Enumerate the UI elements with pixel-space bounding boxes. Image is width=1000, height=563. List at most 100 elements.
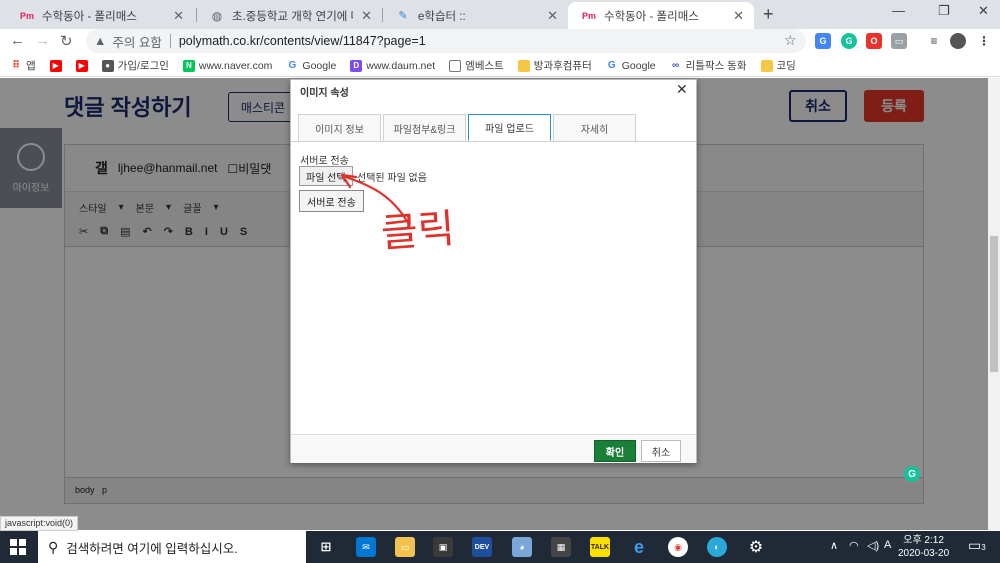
- minimize-icon[interactable]: —: [892, 3, 905, 18]
- adblock-icon[interactable]: O: [866, 33, 882, 49]
- search-icon: ⚲: [48, 538, 59, 555]
- browser-tab-1[interactable]: Pm 수학동아 - 폴리매스 ✕: [6, 2, 194, 29]
- translate-icon[interactable]: G: [815, 33, 831, 49]
- bookmark-coding[interactable]: 코딩: [760, 58, 796, 73]
- cast-icon[interactable]: ▭: [891, 33, 907, 49]
- forward-icon[interactable]: →: [35, 32, 50, 49]
- globe-icon: ◍: [211, 8, 223, 23]
- status-bar: javascript:void(0): [0, 516, 79, 531]
- folder-icon: [760, 59, 773, 72]
- person-icon: ●: [101, 59, 114, 72]
- app-icon[interactable]: ◐: [707, 537, 727, 557]
- tab-title: 수학동아 - 폴리매스: [604, 10, 699, 23]
- wifi-icon[interactable]: ◠: [849, 539, 859, 552]
- close-icon[interactable]: ✕: [733, 8, 744, 24]
- browser-tab-3[interactable]: ✎ e학습터 :: ✕: [382, 2, 568, 29]
- dialog-footer: 확인 취소: [291, 434, 696, 463]
- volume-icon[interactable]: ◁): [867, 539, 879, 552]
- chrome-icon[interactable]: ◉: [668, 537, 688, 557]
- mail-icon[interactable]: ✉: [356, 537, 376, 557]
- tab-advanced[interactable]: 자세히: [553, 114, 636, 141]
- grammarly-icon[interactable]: G: [904, 466, 920, 482]
- tab-underline: [291, 141, 696, 142]
- tab-title: e학습터 ::: [418, 10, 466, 23]
- dialog-tabs: 이미지 정보 파일첨부&링크 파일 업로드 자세히: [298, 114, 636, 141]
- taskbar-clock[interactable]: 오후 2:12 2020-03-20: [898, 534, 949, 560]
- back-icon[interactable]: ←: [10, 32, 25, 49]
- bookmark-google[interactable]: G Google: [605, 59, 656, 72]
- taskbar-search-box[interactable]: ⚲ 검색하려면 여기에 입력하십시오.: [38, 531, 306, 563]
- send-to-server-button[interactable]: 서버로 전송: [299, 190, 364, 212]
- browser-toolbar: ← → ↻ ▲ 주의 요함 polymath.co.kr/contents/vi…: [0, 29, 1000, 55]
- divider: [169, 34, 171, 48]
- elearning-favicon-icon: ✎: [398, 10, 408, 22]
- browser-tab-4[interactable]: Pm 수학동아 - 폴리매스 ✕: [568, 2, 754, 29]
- new-tab-button[interactable]: +: [763, 4, 774, 25]
- image-properties-dialog: 이미지 속성 ✕ 이미지 정보 파일첨부&링크 파일 업로드 자세히 서버로 전…: [290, 79, 697, 463]
- scrollbar-thumb[interactable]: [990, 236, 998, 372]
- chevron-up-icon[interactable]: ∧: [830, 539, 838, 552]
- close-icon[interactable]: ✕: [173, 8, 184, 24]
- page-scrollbar[interactable]: [988, 78, 1000, 530]
- notification-icon[interactable]: ▭3: [968, 537, 986, 554]
- playlist-icon[interactable]: ≡: [926, 33, 942, 49]
- ok-button[interactable]: 확인: [594, 440, 636, 462]
- avatar[interactable]: [950, 33, 966, 49]
- littlefox-icon: ∞: [669, 59, 682, 72]
- daum-icon: D: [350, 59, 363, 72]
- page-icon: [449, 59, 462, 72]
- bookmark-daum[interactable]: Dwww.daum.net: [350, 59, 435, 72]
- bookmark-apps[interactable]: ⠿ 앱: [10, 58, 36, 73]
- bookmark-youtube[interactable]: ▶: [49, 59, 62, 72]
- close-icon[interactable]: ✕: [361, 8, 372, 24]
- browser-tab-2[interactable]: ◍ 초.중등학교 개학 연기에 따른 온 ✕: [196, 2, 382, 29]
- internet-explorer-icon[interactable]: e: [629, 537, 649, 557]
- bookmark-star-icon[interactable]: ☆: [784, 32, 797, 49]
- tab-attach-link[interactable]: 파일첨부&링크: [383, 114, 466, 141]
- close-icon[interactable]: ✕: [547, 8, 558, 24]
- bookmark-afterschool[interactable]: 방과후컴퓨터: [517, 58, 592, 73]
- security-label[interactable]: 주의 요함: [112, 32, 161, 51]
- bookmark-youtube[interactable]: ▶: [75, 59, 88, 72]
- url-text[interactable]: polymath.co.kr/contents/view/11847?page=…: [179, 34, 426, 48]
- tab-title: 초.중등학교 개학 연기에 따른 온: [232, 10, 353, 23]
- dialog-cancel-button[interactable]: 취소: [641, 440, 681, 462]
- bookmark-littlefox[interactable]: ∞ 리틀팍스 동화: [669, 58, 747, 73]
- grammarly-icon[interactable]: G: [841, 33, 857, 49]
- bookmark-naver[interactable]: Nwww.naver.com: [182, 59, 272, 72]
- windows-taskbar: ⚲ 검색하려면 여기에 입력하십시오. ⊞ ✉ ▭ ▣ DEV ◕ ▦ TALK…: [0, 531, 1000, 563]
- warning-icon[interactable]: ▲: [94, 34, 106, 48]
- polymath-favicon-icon: Pm: [20, 10, 35, 21]
- devcpp-icon[interactable]: DEV: [472, 537, 492, 557]
- tab-image-info[interactable]: 이미지 정보: [298, 114, 381, 141]
- address-bar[interactable]: ▲ 주의 요함 polymath.co.kr/contents/view/118…: [86, 29, 806, 53]
- task-view-icon[interactable]: ⊞: [316, 537, 336, 557]
- store-icon[interactable]: ▣: [433, 537, 453, 557]
- settings-gear-icon[interactable]: ⚙: [746, 537, 766, 557]
- kakaotalk-icon[interactable]: TALK: [590, 537, 610, 557]
- bookmark-google[interactable]: G Google: [286, 59, 336, 72]
- paint-icon[interactable]: ◕: [512, 537, 532, 557]
- youtube-icon: ▶: [49, 59, 62, 72]
- windows-start-icon[interactable]: [10, 539, 26, 555]
- ime-icon[interactable]: A: [884, 539, 891, 551]
- bookmarks-bar: ⠿ 앱 ▶ ▶ ● 가입/로그인 Nwww.naver.com G Google Dw…: [0, 55, 1000, 77]
- file-explorer-icon[interactable]: ▭: [395, 537, 415, 557]
- reload-icon[interactable]: ↻: [60, 32, 73, 50]
- bookmark-login[interactable]: ● 가입/로그인: [101, 58, 169, 73]
- choose-file-button[interactable]: 파일 선택: [299, 166, 353, 186]
- close-icon[interactable]: ✕: [676, 81, 688, 98]
- naver-icon: N: [182, 59, 195, 72]
- close-window-icon[interactable]: ✕: [978, 3, 989, 19]
- calculator-icon[interactable]: ▦: [551, 537, 571, 557]
- apps-icon: ⠿: [10, 59, 22, 72]
- more-menu-icon[interactable]: ⋮: [976, 33, 992, 49]
- tab-file-upload[interactable]: 파일 업로드: [468, 114, 551, 141]
- bookmark-mbest[interactable]: 엠베스트: [449, 58, 504, 73]
- no-file-text: 선택된 파일 없음: [357, 173, 427, 184]
- restore-icon[interactable]: ❐: [938, 3, 950, 19]
- tab-title: 수학동아 - 폴리매스: [42, 10, 137, 23]
- dialog-title: 이미지 속성: [300, 88, 349, 99]
- folder-icon: [517, 59, 530, 72]
- polymath-favicon-icon: Pm: [582, 10, 597, 21]
